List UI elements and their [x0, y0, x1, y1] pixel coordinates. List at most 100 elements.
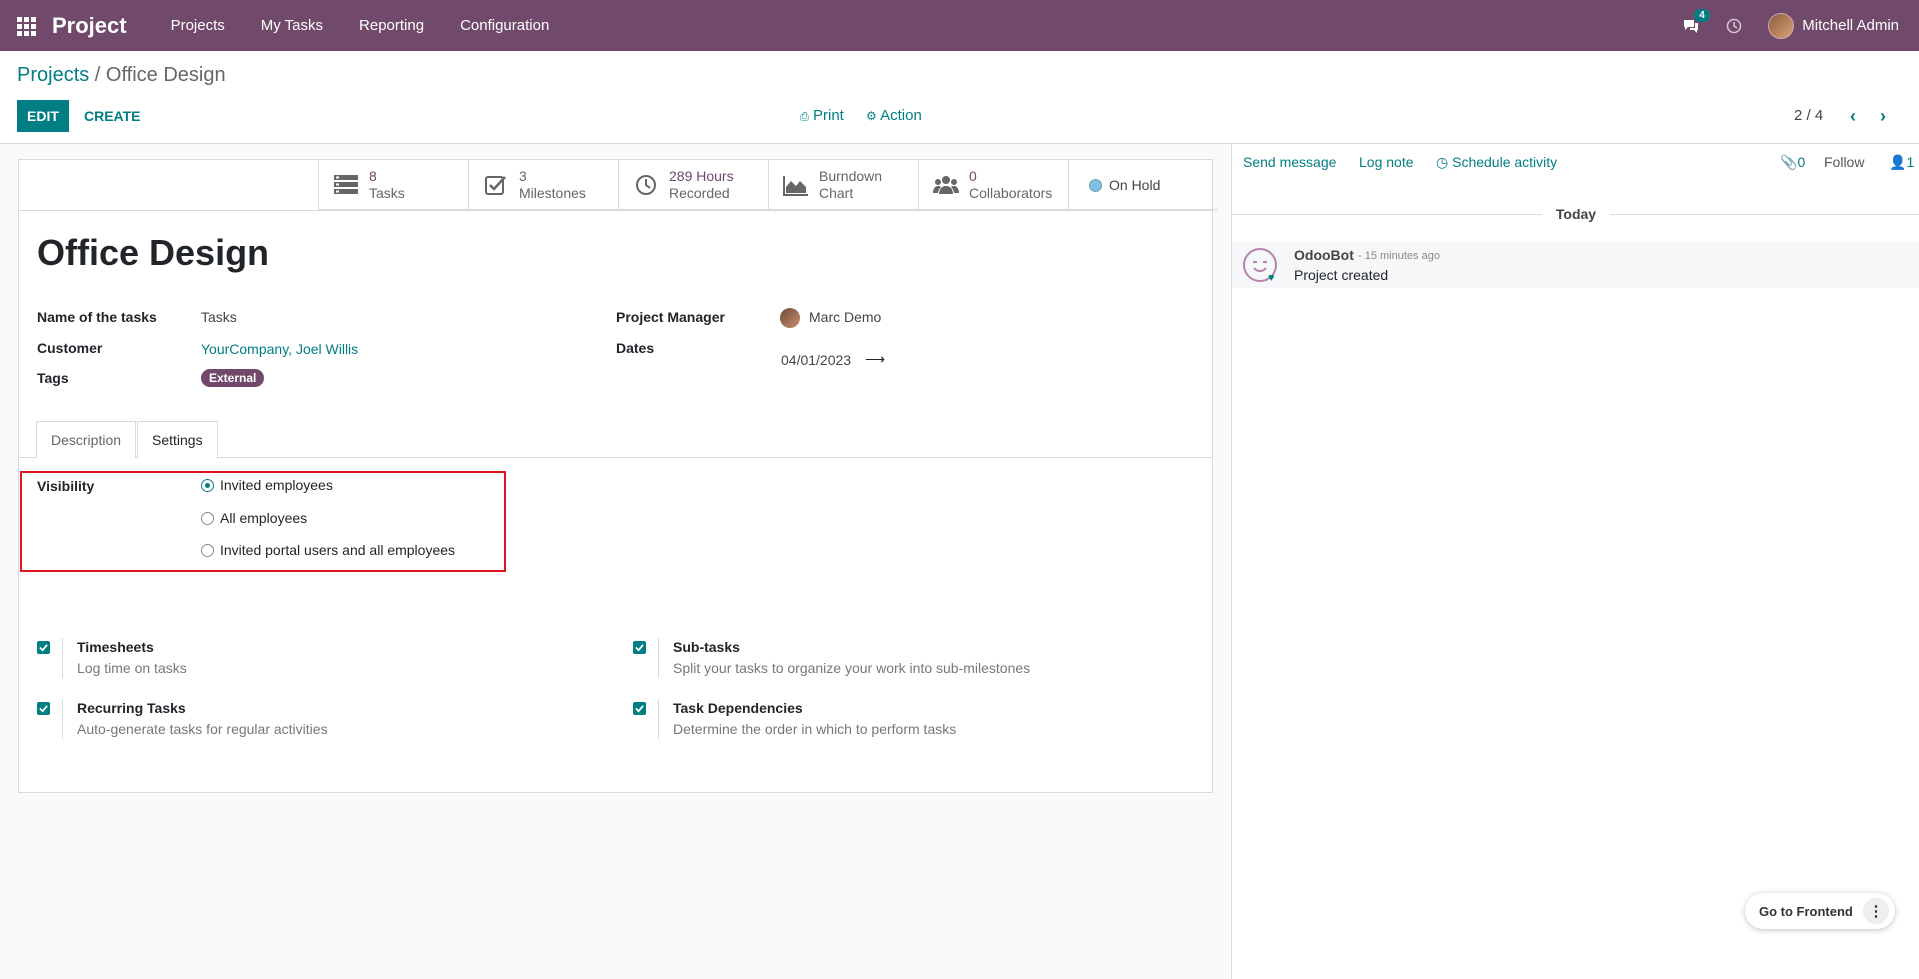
burndown-chart-button[interactable]: Burndown Chart	[768, 160, 918, 210]
customer-label: Customer	[37, 340, 103, 356]
stat-button-box: 8 Tasks 3 Milestones 289 Hours Recorded Bur…	[318, 160, 1218, 210]
message-author[interactable]: OdooBot	[1294, 247, 1354, 263]
tasks-stat-button[interactable]: 8 Tasks	[318, 160, 468, 210]
go-to-frontend-button[interactable]: Go to Frontend	[1759, 904, 1853, 919]
subtasks-title: Sub-tasks	[673, 639, 740, 655]
heart-icon: ♥	[1268, 272, 1275, 284]
clock-icon: ◷	[1436, 154, 1449, 170]
schedule-activity-label: Schedule activity	[1452, 154, 1558, 170]
user-avatar[interactable]	[1768, 12, 1795, 39]
radio-label: Invited portal users and all employees	[220, 542, 456, 558]
recurring-tasks-checkbox[interactable]	[37, 702, 50, 715]
app-brand[interactable]: Project	[52, 13, 127, 39]
tag-external[interactable]: External	[201, 369, 265, 387]
user-name[interactable]: Mitchell Admin	[1802, 17, 1899, 34]
date-start-field[interactable]: 04/01/2023	[781, 352, 851, 368]
chatter-panel: Send message Log note ◷ Schedule activit…	[1231, 144, 1919, 979]
pager-value[interactable]: 2 / 4	[1794, 107, 1823, 124]
project-title[interactable]: Office Design	[37, 232, 269, 274]
menu-projects[interactable]: Projects	[171, 17, 225, 34]
name-of-tasks-label: Name of the tasks	[37, 309, 157, 325]
timesheets-checkbox[interactable]	[37, 641, 50, 654]
milestones-count: 3	[519, 168, 527, 184]
customer-field[interactable]: YourCompany, Joel Willis	[201, 341, 358, 357]
form-sheet: 8 Tasks 3 Milestones 289 Hours Recorded Bur…	[18, 159, 1218, 793]
timesheets-description: Log time on tasks	[77, 660, 187, 676]
recurring-tasks-title: Recurring Tasks	[77, 700, 186, 716]
more-options-icon[interactable]: ⋮	[1863, 898, 1889, 924]
pager-previous-icon[interactable]: ‹	[1850, 106, 1856, 127]
paperclip-icon: 📎	[1780, 154, 1798, 170]
messages-icon[interactable]: 4	[1682, 8, 1710, 34]
send-message-button[interactable]: Send message	[1243, 154, 1336, 170]
recurring-tasks-description: Auto-generate tasks for regular activiti…	[77, 721, 328, 737]
radio-label: Invited employees	[220, 477, 333, 493]
radio-button[interactable]	[201, 478, 214, 492]
activity-clock-icon[interactable]	[1726, 18, 1742, 34]
pager-next-icon[interactable]: ›	[1880, 106, 1886, 127]
feature-divider	[62, 638, 63, 678]
status-button[interactable]: On Hold	[1068, 160, 1218, 210]
visibility-option-invited-employees[interactable]: Invited employees	[201, 477, 333, 493]
clock-icon	[633, 173, 659, 197]
schedule-activity-button[interactable]: ◷ Schedule activity	[1436, 154, 1557, 171]
tab-description[interactable]: Description	[36, 421, 137, 458]
check-square-icon	[483, 173, 509, 197]
follow-button[interactable]: Follow	[1824, 154, 1864, 170]
subtasks-description: Split your tasks to organize your work i…	[673, 660, 1031, 676]
feature-divider	[62, 699, 63, 739]
visibility-option-all-employees[interactable]: All employees	[201, 510, 307, 526]
message-time: - 15 minutes ago	[1358, 250, 1440, 262]
users-icon	[933, 173, 959, 197]
menu-configuration[interactable]: Configuration	[460, 17, 549, 34]
edit-button[interactable]: EDIT	[17, 100, 69, 132]
message-item: ♥ OdooBot - 15 minutes ago Project creat…	[1232, 242, 1919, 288]
collaborators-stat-button[interactable]: 0 Collaborators	[918, 160, 1068, 210]
collaborators-label: Collaborators	[969, 185, 1053, 201]
task-dependencies-checkbox[interactable]	[633, 702, 646, 715]
chart-label: Chart	[819, 185, 854, 201]
log-note-button[interactable]: Log note	[1359, 154, 1414, 170]
tab-settings[interactable]: Settings	[137, 421, 218, 459]
menu-my-tasks[interactable]: My Tasks	[261, 17, 323, 34]
collaborators-count: 0	[969, 168, 977, 184]
name-of-tasks-field[interactable]: Tasks	[201, 309, 237, 325]
milestones-label: Milestones	[519, 185, 586, 201]
tasks-icon	[333, 173, 359, 197]
menu-reporting[interactable]: Reporting	[359, 17, 424, 34]
breadcrumb-projects[interactable]: Projects	[17, 64, 89, 86]
hours-recorded-label: Recorded	[669, 185, 730, 201]
timesheets-stat-button[interactable]: 289 Hours Recorded	[618, 160, 768, 210]
feature-divider	[658, 699, 659, 739]
radio-label: All employees	[220, 510, 308, 526]
tasks-count: 8	[369, 168, 377, 184]
breadcrumb: Projects / Office Design	[17, 64, 226, 87]
status-label: On Hold	[1109, 176, 1161, 193]
followers-count: 1	[1906, 154, 1915, 170]
tasks-label: Tasks	[369, 185, 405, 201]
attachments-button[interactable]: 📎0	[1780, 154, 1805, 171]
milestones-stat-button[interactable]: 3 Milestones	[468, 160, 618, 210]
subtasks-checkbox[interactable]	[633, 641, 646, 654]
apps-menu-icon[interactable]	[17, 16, 37, 36]
radio-button[interactable]	[201, 511, 214, 525]
hours-recorded-value: 289 Hours	[669, 168, 734, 184]
attachments-count: 0	[1797, 154, 1806, 170]
visibility-option-portal-and-employees[interactable]: Invited portal users and all employees	[201, 542, 455, 558]
action-button[interactable]: ⚙ Action	[866, 107, 922, 124]
visibility-label: Visibility	[37, 478, 95, 494]
followers-button[interactable]: 👤1	[1889, 154, 1914, 171]
timesheets-title: Timesheets	[77, 639, 154, 655]
create-button[interactable]: CREATE	[84, 100, 141, 132]
breadcrumb-current: Office Design	[105, 64, 226, 86]
navbar-systray: 4 Mitchell Admin	[1682, 0, 1919, 51]
radio-button[interactable]	[201, 543, 214, 557]
action-label: Action	[880, 107, 922, 124]
project-manager-field[interactable]: Marc Demo	[809, 309, 881, 325]
print-button[interactable]: ⎙ Print	[800, 107, 844, 124]
frontend-switcher: Go to Frontend ⋮	[1745, 893, 1895, 929]
manager-avatar	[780, 308, 800, 328]
user-icon: 👤	[1889, 154, 1907, 170]
print-icon: ⎙	[800, 111, 809, 123]
message-body: Project created	[1294, 267, 1389, 283]
